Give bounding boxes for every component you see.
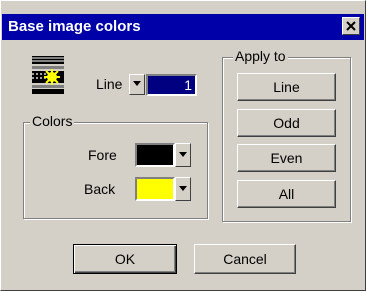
title-bar: Base image colors	[2, 14, 364, 40]
apply-to-group-label: Apply to	[233, 48, 288, 64]
back-color-swatch[interactable]	[135, 177, 175, 201]
line-dropdown-button[interactable]	[129, 74, 145, 95]
close-icon	[346, 21, 356, 31]
dialog-title: Base image colors	[8, 18, 141, 35]
chevron-down-icon	[179, 186, 187, 191]
chevron-down-icon	[133, 81, 141, 86]
image-preview-icon	[32, 56, 64, 94]
apply-even-button[interactable]: Even	[237, 144, 336, 172]
fore-color-swatch[interactable]	[135, 143, 175, 167]
colors-group-label: Colors	[30, 113, 75, 129]
line-number-field[interactable]: 1	[146, 74, 197, 96]
fore-label: Fore	[88, 147, 117, 163]
base-image-colors-dialog: Base image colors Line 1 Colors Fore Bac…	[0, 0, 366, 291]
apply-odd-button[interactable]: Odd	[237, 109, 336, 137]
fore-color-dropdown[interactable]	[175, 143, 191, 167]
chevron-down-icon	[179, 152, 187, 157]
close-button[interactable]	[342, 17, 360, 35]
ok-button[interactable]: OK	[73, 244, 177, 274]
back-label: Back	[84, 181, 116, 197]
apply-all-button[interactable]: All	[237, 180, 336, 208]
colors-group	[23, 122, 208, 219]
cancel-button[interactable]: Cancel	[194, 244, 296, 274]
line-label: Line	[96, 76, 123, 92]
back-color-dropdown[interactable]	[175, 177, 191, 201]
apply-line-button[interactable]: Line	[237, 73, 336, 101]
